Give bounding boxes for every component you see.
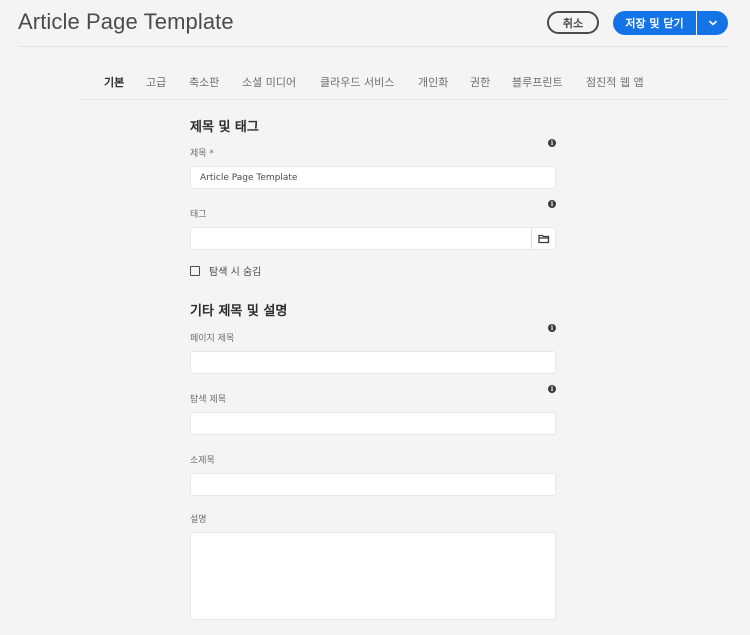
- tags-label: 태그: [190, 210, 207, 220]
- section-heading-title-tags: 제목 및 태그: [190, 120, 259, 135]
- tab-cloud-services[interactable]: 클라우드 서비스: [320, 74, 394, 90]
- tab-bar: 기본 고급 축소판 소셜 미디어 클라우드 서비스 개인화 권한 블루프린트 점…: [0, 74, 750, 96]
- navigation-title-label: 탐색 제목: [190, 395, 226, 405]
- info-icon[interactable]: i: [548, 324, 556, 332]
- title-label: 제목 *: [190, 149, 214, 159]
- description-label: 설명: [190, 515, 207, 525]
- info-icon[interactable]: i: [548, 139, 556, 147]
- chevron-down-icon: [708, 20, 717, 26]
- subtitle-label: 소제목: [190, 456, 215, 466]
- hide-in-navigation-row: 탐색 시 숨김: [190, 263, 261, 278]
- hide-in-navigation-label: 탐색 시 숨김: [209, 267, 262, 278]
- page-title: Article Page Template: [18, 9, 234, 34]
- header-divider: [18, 46, 728, 47]
- info-icon[interactable]: i: [548, 385, 556, 393]
- page-title-label: 페이지 제목: [190, 334, 235, 344]
- page-title-input[interactable]: [190, 351, 556, 374]
- title-input[interactable]: Article Page Template: [190, 166, 556, 189]
- cancel-button[interactable]: 취소: [547, 11, 599, 34]
- section-heading-other-titles: 기타 제목 및 설명: [190, 304, 288, 319]
- tab-personalization[interactable]: 개인화: [418, 74, 448, 90]
- page-header: Article Page Template 취소 저장 및 닫기: [0, 0, 750, 48]
- tab-progressive-web-app[interactable]: 점진적 웹 앱: [586, 74, 644, 90]
- tabs-divider: [80, 99, 728, 100]
- hide-in-navigation-checkbox[interactable]: [190, 265, 200, 276]
- info-icon[interactable]: i: [548, 200, 556, 208]
- tab-thumbnail[interactable]: 축소판: [189, 74, 219, 90]
- folder-icon: [537, 234, 549, 243]
- browse-tags-button[interactable]: [531, 227, 556, 250]
- tags-input[interactable]: [190, 227, 532, 250]
- navigation-title-input[interactable]: [190, 412, 556, 435]
- subtitle-input[interactable]: [190, 473, 556, 496]
- tab-basic[interactable]: 기본: [104, 74, 124, 90]
- tab-blueprint[interactable]: 블루프린트: [512, 74, 563, 90]
- tab-permissions[interactable]: 권한: [470, 74, 490, 90]
- tab-advanced[interactable]: 고급: [146, 74, 166, 90]
- tab-social-media[interactable]: 소셜 미디어: [242, 74, 296, 90]
- save-and-close-button[interactable]: 저장 및 닫기: [613, 11, 696, 35]
- description-textarea[interactable]: [190, 532, 556, 620]
- save-options-dropdown-button[interactable]: [697, 11, 728, 35]
